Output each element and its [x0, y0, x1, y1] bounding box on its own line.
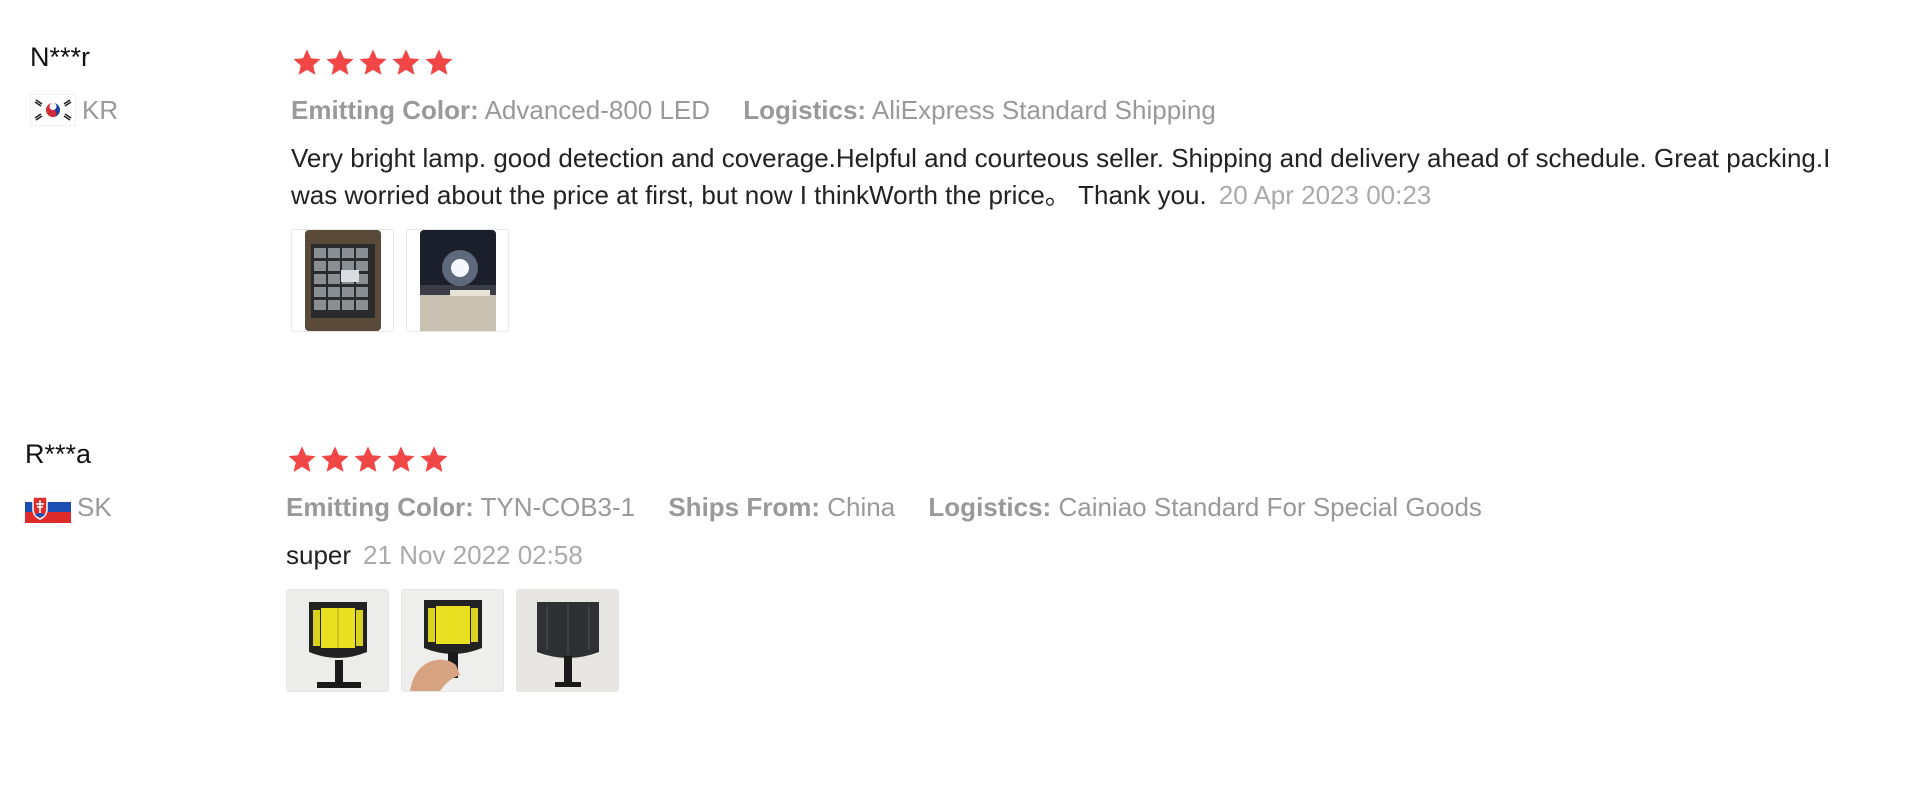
attribute-emitting-color: Emitting Color: Advanced-800 LED [291, 93, 710, 127]
attribute-logistics: Logistics: Cainiao Standard For Special … [928, 490, 1482, 524]
review-image-thumbnail[interactable] [286, 589, 389, 692]
attribute-value: Advanced-800 LED [484, 95, 711, 125]
attribute-logistics: Logistics: AliExpress Standard Shipping [743, 93, 1216, 127]
attribute-value: China [827, 492, 896, 522]
star-icon [385, 444, 418, 476]
star-icon [423, 47, 456, 79]
star-icon [352, 444, 385, 476]
review-date: 20 Apr 2023 00:23 [1218, 180, 1432, 210]
reviewer-country: SK [25, 491, 225, 523]
review-date: 21 Nov 2022 02:58 [363, 540, 583, 570]
star-rating [286, 441, 1846, 479]
review-body: Very bright lamp. good detection and cov… [291, 143, 1831, 210]
review-image-thumbnail[interactable] [406, 229, 509, 332]
review-image-thumbnail[interactable] [291, 229, 394, 332]
attribute-key: Ships From: [668, 492, 821, 522]
attribute-value: TYN-COB3-1 [480, 492, 636, 522]
review-content: Emitting Color: Advanced-800 LED Logisti… [291, 40, 1851, 332]
review-image-thumbnail[interactable] [401, 589, 504, 692]
lamp-front-photo [287, 590, 388, 691]
review-text: Very bright lamp. good detection and cov… [291, 140, 1851, 214]
product-attributes: Emitting Color: TYN-COB3-1 Ships From: C… [286, 490, 1846, 524]
slovakia-flag-icon [25, 491, 71, 523]
lamp-back-photo [517, 590, 618, 691]
star-rating [291, 44, 1851, 82]
reviewer-info: N***r KR [30, 40, 230, 126]
attribute-emitting-color: Emitting Color: TYN-COB3-1 [286, 490, 635, 524]
star-icon [418, 444, 451, 476]
reviewer-name: R***a [25, 439, 92, 469]
review-body: super [286, 540, 352, 570]
lamp-lit-at-night-photo [419, 230, 496, 331]
reviewer-name: N***r [30, 42, 91, 72]
star-icon [357, 47, 390, 79]
reviewer-country: KR [30, 94, 230, 126]
attribute-key: Emitting Color: [291, 95, 479, 125]
lamp-in-hand-photo [402, 590, 503, 691]
review-images [286, 589, 1846, 692]
country-code: KR [82, 95, 119, 125]
review-content: Emitting Color: TYN-COB3-1 Ships From: C… [286, 437, 1846, 692]
attribute-key: Logistics: [743, 95, 867, 125]
reviewer-info: R***a SK [25, 437, 225, 523]
review-text: super 21 Nov 2022 02:58 [286, 537, 1846, 574]
review-images [291, 229, 1851, 332]
solar-panel-photo [304, 230, 381, 331]
attribute-value: Cainiao Standard For Special Goods [1058, 492, 1482, 522]
attribute-key: Emitting Color: [286, 492, 474, 522]
star-icon [291, 47, 324, 79]
star-icon [390, 47, 423, 79]
attribute-value: AliExpress Standard Shipping [871, 95, 1216, 125]
south-korea-flag-icon [30, 94, 76, 126]
review-image-thumbnail[interactable] [516, 589, 619, 692]
attribute-key: Logistics: [928, 492, 1052, 522]
star-icon [286, 444, 319, 476]
star-icon [324, 47, 357, 79]
star-icon [319, 444, 352, 476]
attribute-ships-from: Ships From: China [668, 490, 895, 524]
country-code: SK [77, 492, 112, 522]
product-attributes: Emitting Color: Advanced-800 LED Logisti… [291, 93, 1851, 127]
